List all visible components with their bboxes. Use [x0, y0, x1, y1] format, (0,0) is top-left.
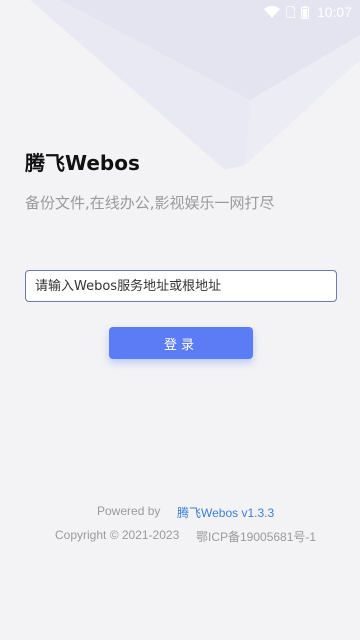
- login-screen: 10:07 腾飞Webos 备份文件,在线办公,影视娱乐一网打尽 登录 Powe…: [0, 0, 360, 640]
- status-time: 10:07: [316, 4, 352, 20]
- powered-by-label: Powered by: [97, 504, 161, 518]
- login-button[interactable]: 登录: [109, 327, 253, 359]
- wifi-icon: [263, 6, 280, 18]
- icp-record-text: 鄂ICP备19005681号-1: [196, 530, 317, 544]
- sim-icon: [285, 6, 295, 18]
- app-title: 腾飞Webos: [25, 151, 140, 175]
- copyright-text: Copyright © 2021-2023: [55, 528, 180, 542]
- server-address-input[interactable]: [25, 270, 337, 302]
- version-link[interactable]: 腾飞Webos v1.3.3: [177, 504, 274, 521]
- status-bar: 10:07: [0, 0, 360, 24]
- app-subtitle: 备份文件,在线办公,影视娱乐一网打尽: [25, 194, 275, 212]
- battery-icon: [300, 5, 309, 19]
